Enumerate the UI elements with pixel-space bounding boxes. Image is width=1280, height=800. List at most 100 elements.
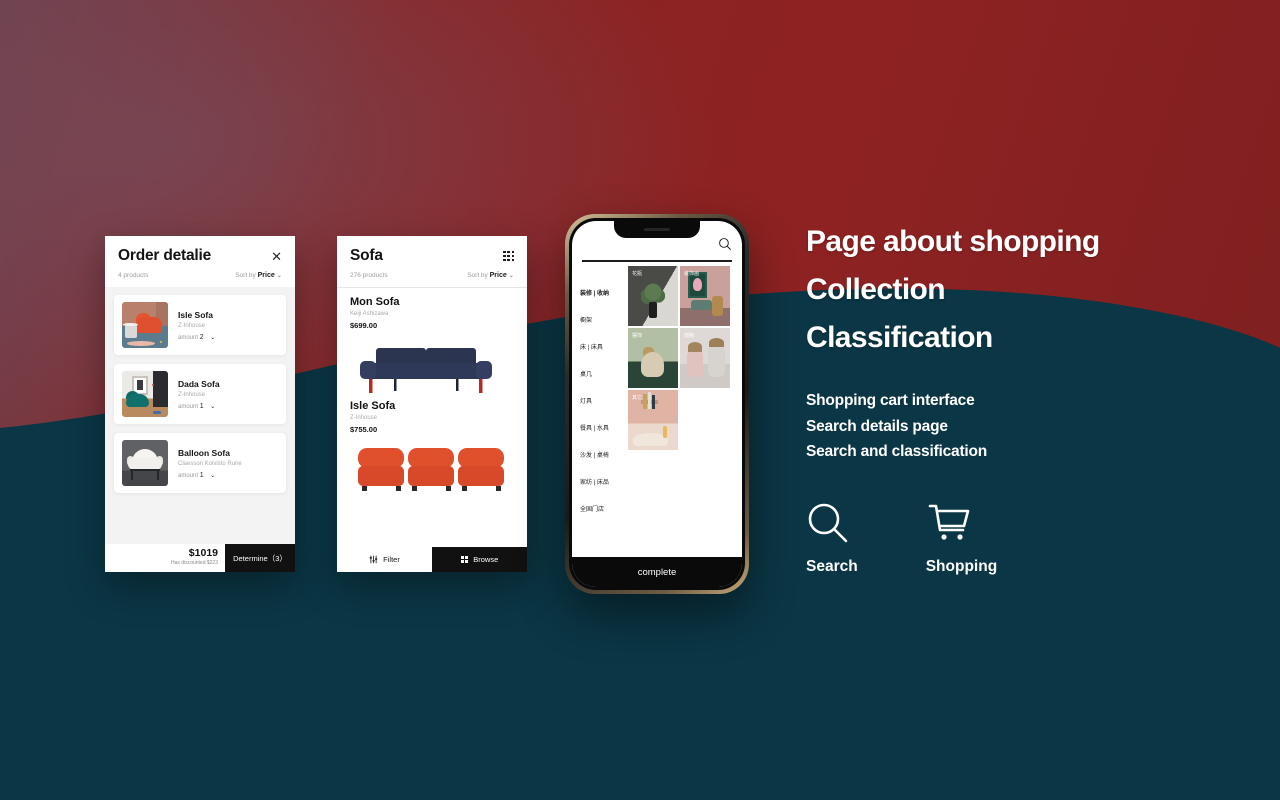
- product-brand: Z-Inhouse: [178, 322, 206, 329]
- sort-prefix: Sort by: [467, 272, 488, 279]
- sidebar-item-tables[interactable]: 桌几: [580, 369, 628, 378]
- sort-by-control[interactable]: Sort by Price ⌄: [467, 271, 514, 279]
- determine-button[interactable]: Determine（3）: [225, 544, 295, 572]
- list-item[interactable]: Isle Sofa Z-Inhouse amount 2 ⌄: [114, 295, 286, 355]
- sliders-icon: [369, 555, 378, 564]
- tile-label: 花瓶: [632, 271, 643, 277]
- filter-label: Filter: [383, 555, 400, 564]
- amount-label: amount: [178, 472, 199, 479]
- sofa-card-header: Sofa 276 products Sort by Price ⌄: [337, 236, 527, 287]
- order-product-list: Isle Sofa Z-Inhouse amount 2 ⌄ Dada Sofa: [105, 287, 295, 493]
- chevron-down-icon: ⌄: [210, 334, 216, 341]
- list-item[interactable]: Dada Sofa Z-Inhouse amount 1 ⌄: [114, 364, 286, 424]
- total-price: $1019: [188, 547, 218, 559]
- feature-shopping: Shopping: [926, 501, 997, 576]
- category-tile[interactable]: 花瓶: [628, 266, 678, 326]
- tile-label: 摆饰: [632, 333, 643, 339]
- category-tile[interactable]: 储物: [680, 328, 730, 388]
- subtitle-line-3: Search and classification: [806, 443, 988, 461]
- presentation-stage: Order detalie ✕ 4 products Sort by Price…: [0, 0, 1280, 800]
- sidebar-item-tableware[interactable]: 餐具 | 水具: [580, 423, 628, 432]
- chevron-down-icon: ⌄: [276, 272, 282, 279]
- complete-button[interactable]: complete: [572, 557, 742, 587]
- page-title: Sofa: [350, 247, 383, 264]
- product-image-mon-sofa: [350, 334, 514, 396]
- order-details-card: Order detalie ✕ 4 products Sort by Price…: [105, 236, 295, 572]
- amount-label: amount: [178, 334, 199, 341]
- chevron-down-icon: ⌄: [508, 272, 514, 279]
- copy-panel: Page about shopping Collection Classific…: [806, 218, 1256, 576]
- product-amount-stepper[interactable]: amount 1 ⌄: [178, 403, 220, 410]
- headline-line-3: Classification: [806, 321, 993, 354]
- browse-button[interactable]: Browse: [432, 547, 527, 572]
- filter-button[interactable]: Filter: [337, 547, 432, 572]
- product-brand: Claesson Koivisto Rune: [178, 460, 242, 467]
- sort-by-control[interactable]: Sort by Price ⌄: [235, 271, 282, 279]
- tile-label: 其它: [632, 395, 643, 401]
- sidebar-item-beds[interactable]: 床 | 床具: [580, 342, 628, 351]
- list-item[interactable]: Isle Sofa Z-Inhouse $755.00: [350, 400, 514, 500]
- divider: [582, 260, 732, 262]
- product-name: Isle Sofa: [178, 309, 213, 320]
- tile-label: 装饰画: [684, 271, 700, 277]
- sofa-product-list: Mon Sofa Keiji Ashizawa $699.00 Isle Sof…: [337, 288, 527, 500]
- phone-bezel: 装修 | 收纳 橱架 床 | 床具 桌几 灯具 餐具 | 水具 沙发 | 桌椅 …: [569, 218, 745, 590]
- product-name: Dada Sofa: [178, 378, 220, 389]
- product-amount-stepper[interactable]: amount 2 ⌄: [178, 334, 215, 341]
- headline: Page about shopping Collection Classific…: [806, 218, 1256, 362]
- subtitle-line-1: Shopping cart interface: [806, 392, 975, 409]
- feature-label: Search: [806, 558, 858, 576]
- product-name: Balloon Sofa: [178, 447, 230, 458]
- product-price: $755.00: [350, 425, 378, 434]
- product-amount-stepper[interactable]: amount 1 ⌄: [178, 472, 242, 479]
- discount-note: Has discounted $223: [171, 560, 218, 566]
- sort-value: Price: [257, 272, 275, 279]
- feature-search: Search: [806, 501, 858, 576]
- phone-category-grid: 花瓶 装饰画 摆饰 储物 其它: [628, 266, 742, 557]
- amount-value: 1: [199, 471, 204, 479]
- grid-squares-icon: [460, 555, 469, 564]
- sidebar-item-sofas[interactable]: 沙发 | 桌椅: [580, 450, 628, 459]
- close-icon[interactable]: ✕: [271, 250, 282, 263]
- product-brand: Z-Inhouse: [350, 415, 378, 421]
- sidebar-item-decor[interactable]: 装修 | 收纳: [580, 288, 628, 297]
- phone-content: 装修 | 收纳 橱架 床 | 床具 桌几 灯具 餐具 | 水具 沙发 | 桌椅 …: [572, 266, 742, 557]
- chevron-down-icon: ⌄: [210, 472, 216, 479]
- product-thumbnail: [122, 440, 168, 486]
- search-icon: [808, 503, 848, 543]
- browse-label: Browse: [473, 555, 499, 564]
- order-card-footer: $1019 Has discounted $223 Determine（3）: [105, 544, 295, 572]
- product-name: Mon Sofa: [350, 296, 400, 308]
- tile-label: 储物: [684, 333, 695, 339]
- category-tile[interactable]: 摆饰: [628, 328, 678, 388]
- sort-value: Price: [489, 272, 507, 279]
- product-image-isle-sofa: [350, 438, 514, 500]
- chevron-down-icon: ⌄: [210, 403, 216, 410]
- sidebar-item-textiles[interactable]: 家纺 | 床品: [580, 477, 628, 486]
- product-name: Isle Sofa: [350, 400, 396, 412]
- sofa-card-footer: Filter Browse: [337, 547, 527, 572]
- phone-category-menu: 装修 | 收纳 橱架 床 | 床具 桌几 灯具 餐具 | 水具 沙发 | 桌椅 …: [572, 282, 628, 541]
- order-card-header: Order detalie ✕ 4 products Sort by Price…: [105, 236, 295, 287]
- product-count: 4 products: [118, 271, 149, 279]
- headline-line-2: Collection: [806, 273, 946, 306]
- order-total: $1019 Has discounted $223: [105, 544, 225, 572]
- list-item[interactable]: Mon Sofa Keiji Ashizawa $699.00: [350, 296, 514, 396]
- amount-value: 1: [199, 402, 204, 410]
- phone-notch: [614, 221, 700, 238]
- sidebar-item-shelving[interactable]: 橱架: [580, 315, 628, 324]
- phone-screen: 装修 | 收纳 橱架 床 | 床具 桌几 灯具 餐具 | 水具 沙发 | 桌椅 …: [572, 221, 742, 587]
- sidebar-item-stores[interactable]: 全国门店: [580, 504, 628, 513]
- subtitle-line-2: Search details page: [806, 417, 948, 435]
- product-thumbnail: [122, 371, 168, 417]
- phone-mockup: 装修 | 收纳 橱架 床 | 床具 桌几 灯具 餐具 | 水具 沙发 | 桌椅 …: [565, 214, 749, 594]
- search-icon[interactable]: [718, 237, 732, 256]
- page-title: Order detalie: [118, 247, 212, 264]
- category-tile[interactable]: 装饰画: [680, 266, 730, 326]
- category-tile[interactable]: 其它: [628, 390, 678, 450]
- grid-view-icon[interactable]: [503, 250, 514, 262]
- sidebar-item-lighting[interactable]: 灯具: [580, 396, 628, 405]
- shopping-cart-icon: [928, 504, 970, 540]
- feature-label: Shopping: [925, 558, 998, 576]
- list-item[interactable]: Balloon Sofa Claesson Koivisto Rune amou…: [114, 433, 286, 493]
